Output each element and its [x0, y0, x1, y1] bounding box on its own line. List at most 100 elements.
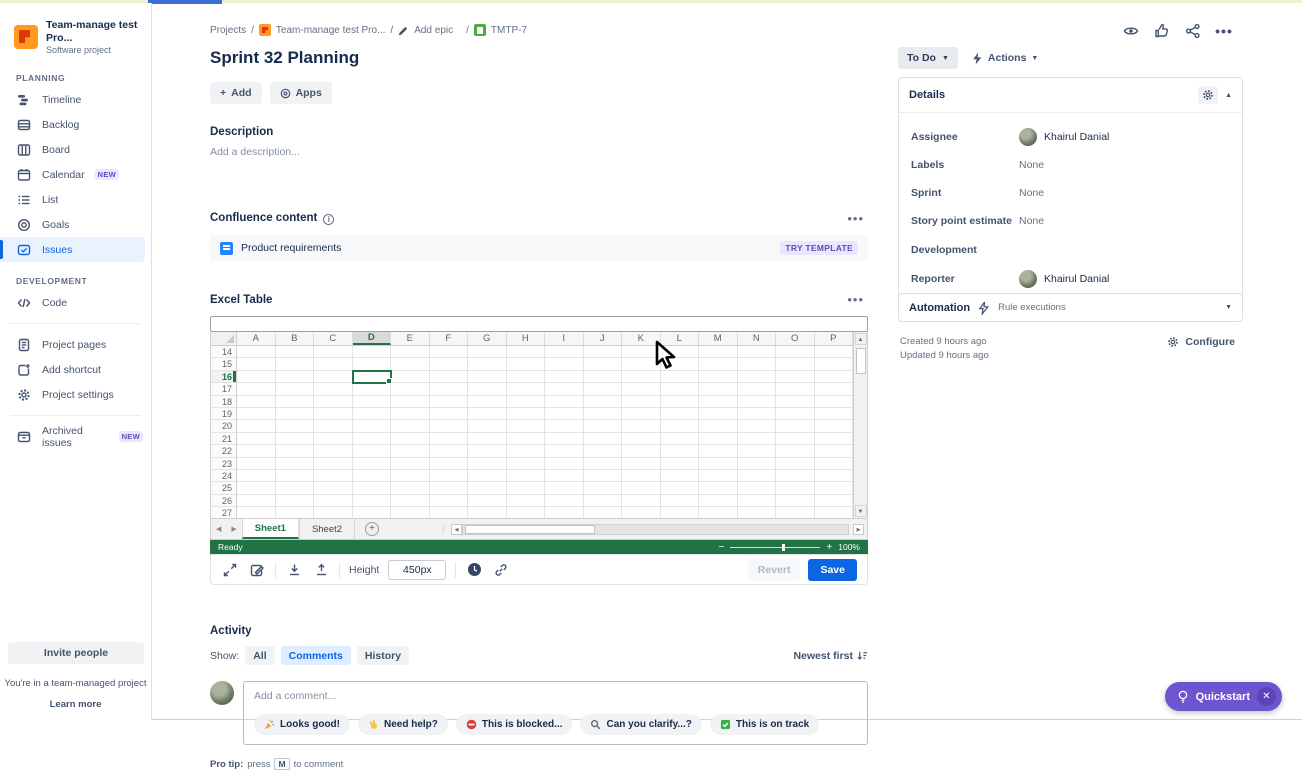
cell-O26[interactable] [776, 495, 815, 507]
cell-B25[interactable] [276, 482, 315, 494]
cell-M20[interactable] [699, 420, 738, 432]
cell-E23[interactable] [391, 458, 430, 470]
column-header-J[interactable]: J [584, 332, 623, 345]
cell-B26[interactable] [276, 495, 315, 507]
cell-P19[interactable] [815, 408, 854, 420]
comment-box[interactable]: Add a comment... Looks good! Need help? … [243, 681, 868, 745]
cell-A15[interactable] [237, 358, 276, 370]
cell-H19[interactable] [507, 408, 546, 420]
cell-D17[interactable] [353, 383, 392, 395]
row-header-25[interactable]: 25 [211, 482, 237, 494]
cell-M23[interactable] [699, 458, 738, 470]
cell-F27[interactable] [430, 507, 469, 518]
cell-I17[interactable] [545, 383, 584, 395]
cell-C23[interactable] [314, 458, 353, 470]
cell-H14[interactable] [507, 346, 546, 358]
scroll-down-icon[interactable]: ▼ [855, 505, 867, 517]
try-template-badge[interactable]: TRY TEMPLATE [780, 241, 858, 255]
cell-L14[interactable] [661, 346, 700, 358]
cell-C27[interactable] [314, 507, 353, 518]
cell-O25[interactable] [776, 482, 815, 494]
cell-J19[interactable] [584, 408, 623, 420]
cell-H26[interactable] [507, 495, 546, 507]
row-header-16[interactable]: 16 [211, 371, 237, 383]
cell-N15[interactable] [738, 358, 777, 370]
cell-E19[interactable] [391, 408, 430, 420]
cell-K23[interactable] [622, 458, 661, 470]
cell-P27[interactable] [815, 507, 854, 518]
cell-H15[interactable] [507, 358, 546, 370]
formula-bar-input[interactable] [210, 316, 868, 332]
cell-E27[interactable] [391, 507, 430, 518]
cell-D25[interactable] [353, 482, 392, 494]
sidebar-item-timeline[interactable]: Timeline [0, 87, 151, 112]
cell-J25[interactable] [584, 482, 623, 494]
cell-F20[interactable] [430, 420, 469, 432]
collapse-chevron-up-icon[interactable]: ▲ [1225, 92, 1232, 99]
cell-D24[interactable] [353, 470, 392, 482]
cell-F15[interactable] [430, 358, 469, 370]
cell-K22[interactable] [622, 445, 661, 457]
cell-N17[interactable] [738, 383, 777, 395]
field-value[interactable]: None [1019, 159, 1044, 171]
cell-I16[interactable] [545, 371, 584, 383]
cell-L22[interactable] [661, 445, 700, 457]
cell-N18[interactable] [738, 396, 777, 408]
project-header[interactable]: Team-manage test Pro... Software project [0, 3, 151, 65]
zoom-out-icon[interactable]: − [719, 542, 725, 553]
cell-J14[interactable] [584, 346, 623, 358]
actions-dropdown[interactable]: Actions▼ [972, 52, 1038, 65]
cell-K14[interactable] [622, 346, 661, 358]
cell-J16[interactable] [584, 371, 623, 383]
row-header-15[interactable]: 15 [211, 358, 237, 370]
cell-H22[interactable] [507, 445, 546, 457]
column-header-L[interactable]: L [661, 332, 700, 345]
learn-more-link[interactable]: Learn more [0, 699, 151, 710]
cell-L20[interactable] [661, 420, 700, 432]
share-icon[interactable] [1182, 20, 1204, 42]
cell-H27[interactable] [507, 507, 546, 518]
cell-G18[interactable] [468, 396, 507, 408]
cell-J27[interactable] [584, 507, 623, 518]
more-actions-icon[interactable]: ••• [1213, 20, 1235, 42]
automation-panel[interactable]: Automation Rule executions ▼ [898, 293, 1243, 322]
cell-H23[interactable] [507, 458, 546, 470]
sidebar-item-add-shortcut[interactable]: Add shortcut [0, 357, 151, 382]
cell-E20[interactable] [391, 420, 430, 432]
chevron-down-icon[interactable]: ▼ [1225, 304, 1232, 311]
sidebar-item-code[interactable]: Code [0, 290, 151, 315]
cell-C17[interactable] [314, 383, 353, 395]
column-header-A[interactable]: A [237, 332, 276, 345]
cell-I21[interactable] [545, 433, 584, 445]
cell-P20[interactable] [815, 420, 854, 432]
row-header-18[interactable]: 18 [211, 396, 237, 408]
like-thumbs-up-icon[interactable] [1151, 20, 1173, 42]
cell-M15[interactable] [699, 358, 738, 370]
sheet-tab-sheet1[interactable]: Sheet1 [242, 519, 299, 539]
breadcrumb-add-epic[interactable]: Add epic [414, 25, 453, 36]
column-header-N[interactable]: N [738, 332, 777, 345]
confluence-page-card[interactable]: Product requirements TRY TEMPLATE [210, 235, 868, 261]
cell-H18[interactable] [507, 396, 546, 408]
cell-P22[interactable] [815, 445, 854, 457]
cell-E24[interactable] [391, 470, 430, 482]
cell-C16[interactable] [314, 371, 353, 383]
add-button[interactable]: +Add [210, 82, 262, 104]
add-sheet-icon[interactable]: + [365, 522, 379, 536]
cell-M22[interactable] [699, 445, 738, 457]
quick-reply-on-track[interactable]: This is on track [710, 714, 819, 735]
cell-N24[interactable] [738, 470, 777, 482]
cell-A25[interactable] [237, 482, 276, 494]
revert-button[interactable]: Revert [748, 559, 801, 581]
cell-F18[interactable] [430, 396, 469, 408]
cell-F25[interactable] [430, 482, 469, 494]
cell-B19[interactable] [276, 408, 315, 420]
cell-I25[interactable] [545, 482, 584, 494]
cell-D23[interactable] [353, 458, 392, 470]
column-header-P[interactable]: P [815, 332, 854, 345]
cell-K17[interactable] [622, 383, 661, 395]
column-header-I[interactable]: I [545, 332, 584, 345]
cell-I27[interactable] [545, 507, 584, 518]
cell-A27[interactable] [237, 507, 276, 518]
column-header-G[interactable]: G [468, 332, 507, 345]
